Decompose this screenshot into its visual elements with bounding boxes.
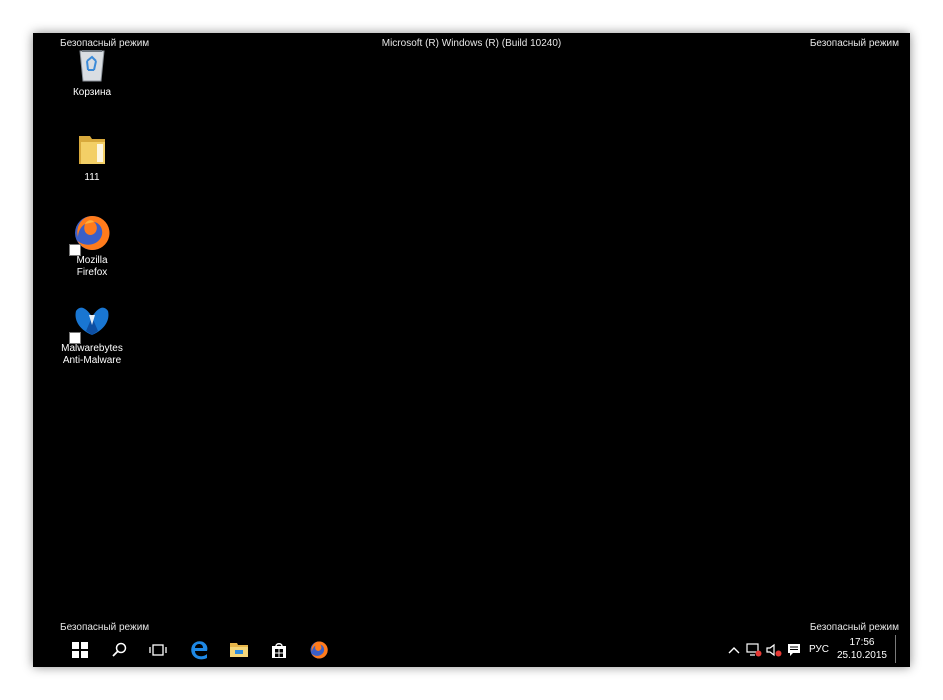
firefox-icon: [69, 213, 112, 256]
file-explorer-button[interactable]: [219, 632, 259, 667]
store-button[interactable]: [259, 632, 299, 667]
malwarebytes-icon: [69, 301, 112, 344]
network-icon: [746, 642, 762, 656]
clock-date: 25.10.2015: [836, 650, 887, 661]
desktop-icon-recycle-bin[interactable]: Корзина: [57, 45, 127, 99]
task-view-button[interactable]: [138, 632, 178, 667]
show-hidden-icons-button[interactable]: [726, 632, 742, 667]
volume-icon: [766, 643, 782, 656]
shortcut-arrow-icon: [69, 332, 81, 344]
language-label: РУС: [808, 644, 830, 655]
clock-time: 17:56: [849, 637, 875, 648]
network-button[interactable]: [745, 632, 763, 667]
store-icon: [272, 642, 286, 658]
search-button[interactable]: [99, 632, 139, 667]
start-icon: [72, 641, 88, 658]
clock[interactable]: 17:56 25.10.2015: [837, 636, 887, 662]
desktop-icon-folder-111[interactable]: 111: [57, 130, 127, 184]
folder-icon: [72, 130, 112, 170]
taskbar: РУС 17:56 25.10.2015: [33, 632, 910, 667]
show-desktop-button[interactable]: [895, 635, 896, 663]
desktop-icon-label: 111: [84, 172, 100, 183]
desktop[interactable]: Безопасный режим Microsoft (R) Windows (…: [33, 33, 910, 667]
action-center-button[interactable]: [785, 632, 803, 667]
language-indicator[interactable]: РУС: [806, 632, 832, 667]
search-icon: [112, 642, 127, 657]
firefox-icon: [310, 640, 328, 658]
start-button[interactable]: [60, 632, 100, 667]
edge-icon: [191, 640, 208, 659]
desktop-icon-label: Malwarebytes Anti-Malware: [61, 343, 123, 366]
volume-button[interactable]: [765, 632, 783, 667]
desktop-icon-label: Корзина: [72, 87, 112, 98]
safe-mode-label-top-right: Безопасный режим: [809, 38, 899, 49]
task-view-icon: [149, 643, 167, 656]
edge-button[interactable]: [179, 632, 219, 667]
window-build-title: Microsoft (R) Windows (R) (Build 10240): [381, 38, 562, 49]
shortcut-arrow-icon: [69, 244, 81, 256]
desktop-icon-label: Mozilla Firefox: [76, 255, 108, 278]
desktop-icon-malwarebytes[interactable]: Malwarebytes Anti-Malware: [57, 301, 127, 367]
firefox-taskbar-button[interactable]: [299, 632, 339, 667]
chevron-up-icon: [728, 646, 740, 653]
recycle-bin-icon: [72, 45, 112, 85]
file-explorer-icon: [230, 642, 248, 657]
action-center-icon: [788, 643, 800, 656]
desktop-icon-mozilla-firefox[interactable]: Mozilla Firefox: [57, 213, 127, 279]
